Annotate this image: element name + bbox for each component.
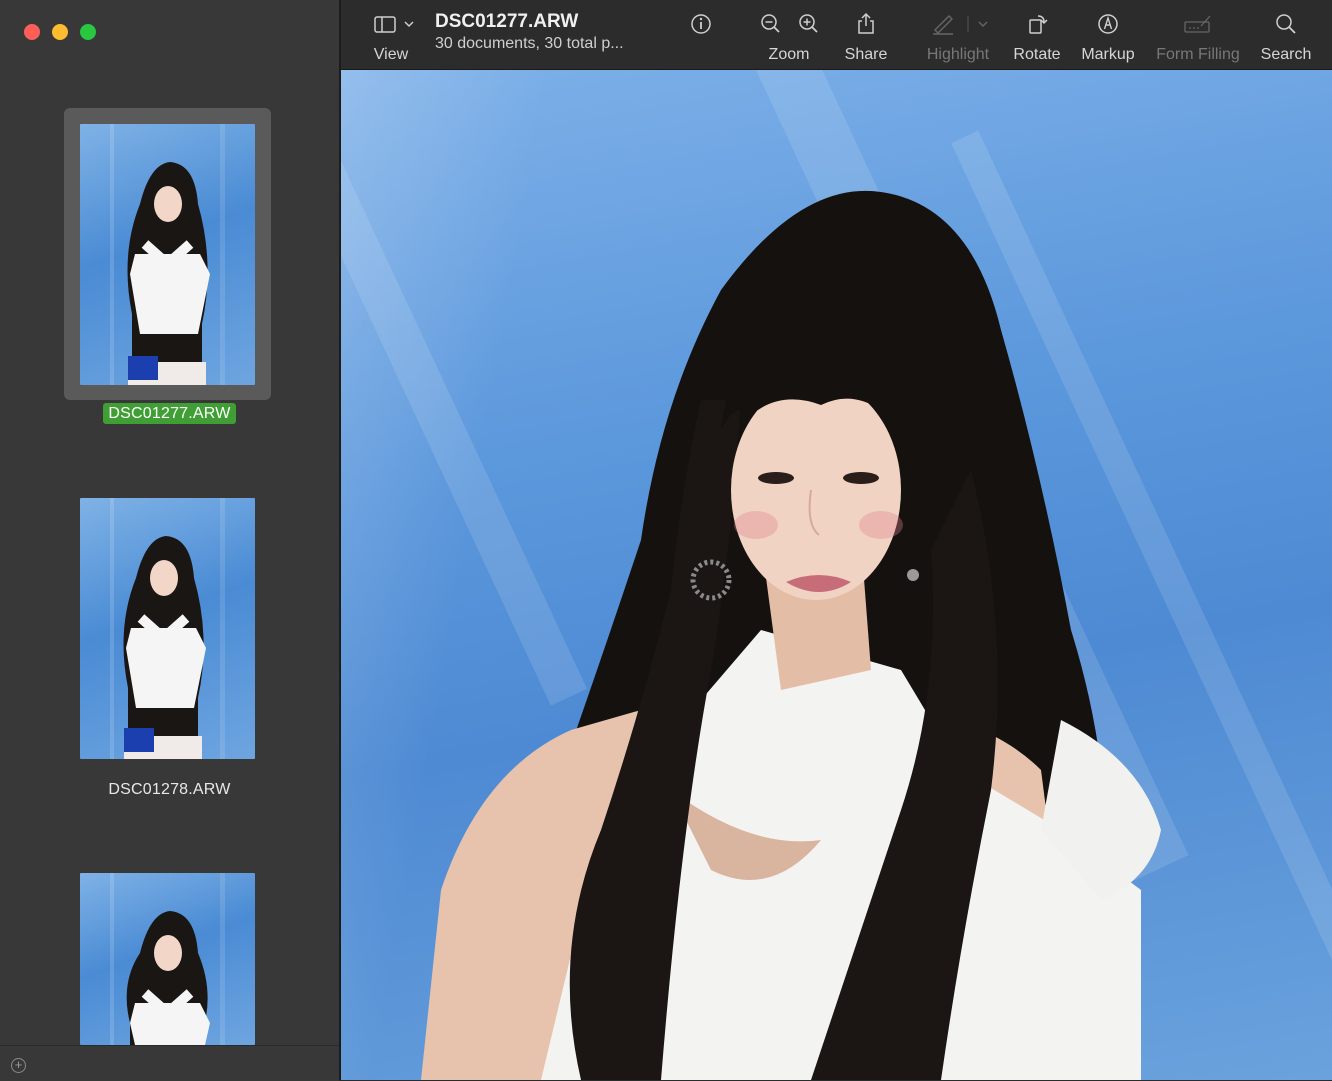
zoom-label: Zoom	[768, 46, 810, 63]
close-window-button[interactable]	[24, 24, 40, 40]
thumbnail-next[interactable]	[80, 873, 255, 1045]
share-label: Share	[844, 46, 888, 63]
search-icon	[1259, 12, 1313, 36]
search-label: Search	[1260, 46, 1312, 63]
sidebar-icon	[363, 12, 419, 36]
minimize-window-button[interactable]	[52, 24, 68, 40]
zoom-in-icon	[799, 14, 818, 33]
rotate-label: Rotate	[1013, 46, 1061, 63]
markup-label: Markup	[1081, 46, 1135, 63]
zoom-control[interactable]: Zoom	[755, 0, 823, 69]
rotate-button[interactable]: Rotate	[1011, 0, 1063, 69]
sidebar-footer: +	[0, 1045, 339, 1081]
zoom-out-icon	[761, 14, 780, 33]
form-filling-button[interactable]: Form Filling	[1153, 0, 1243, 69]
document-subtitle: 30 documents, 30 total p...	[435, 35, 624, 52]
photo-subject	[421, 190, 1161, 1080]
view-button[interactable]: View	[363, 0, 419, 69]
markup-button[interactable]: Markup	[1079, 0, 1137, 69]
plus-circle-icon[interactable]: +	[11, 1058, 26, 1073]
sidebar: DSC01277.ARW DSC01278.ARW +	[0, 0, 339, 1081]
zoom-window-button[interactable]	[80, 24, 96, 40]
pen-icon	[921, 12, 995, 36]
thumbnail-label-dsc01278[interactable]: DSC01278.ARW	[0, 781, 339, 799]
highlight-button[interactable]: Highlight	[921, 0, 995, 69]
toolbar: View DSC01277.ARW 30 documents, 30 total…	[341, 0, 1332, 70]
view-label: View	[373, 46, 409, 63]
form-icon	[1153, 12, 1243, 36]
markup-icon	[1079, 12, 1137, 36]
search-button[interactable]: Search	[1259, 0, 1313, 69]
thumbnail-dsc01278[interactable]	[80, 498, 255, 759]
thumbnail-dsc01277[interactable]	[80, 124, 255, 385]
thumbnail-label-dsc01277[interactable]: DSC01277.ARW	[0, 403, 339, 424]
info-icon	[681, 12, 721, 36]
zoom-icons	[755, 12, 823, 36]
info-button[interactable]	[681, 0, 721, 69]
share-button[interactable]: Share	[839, 0, 893, 69]
form-filling-label: Form Filling	[1156, 46, 1240, 63]
rotate-icon	[1011, 12, 1063, 36]
highlight-label: Highlight	[926, 46, 990, 63]
document-title: DSC01277.ARW	[435, 11, 579, 32]
image-viewer[interactable]	[341, 70, 1332, 1080]
share-icon	[839, 12, 893, 36]
